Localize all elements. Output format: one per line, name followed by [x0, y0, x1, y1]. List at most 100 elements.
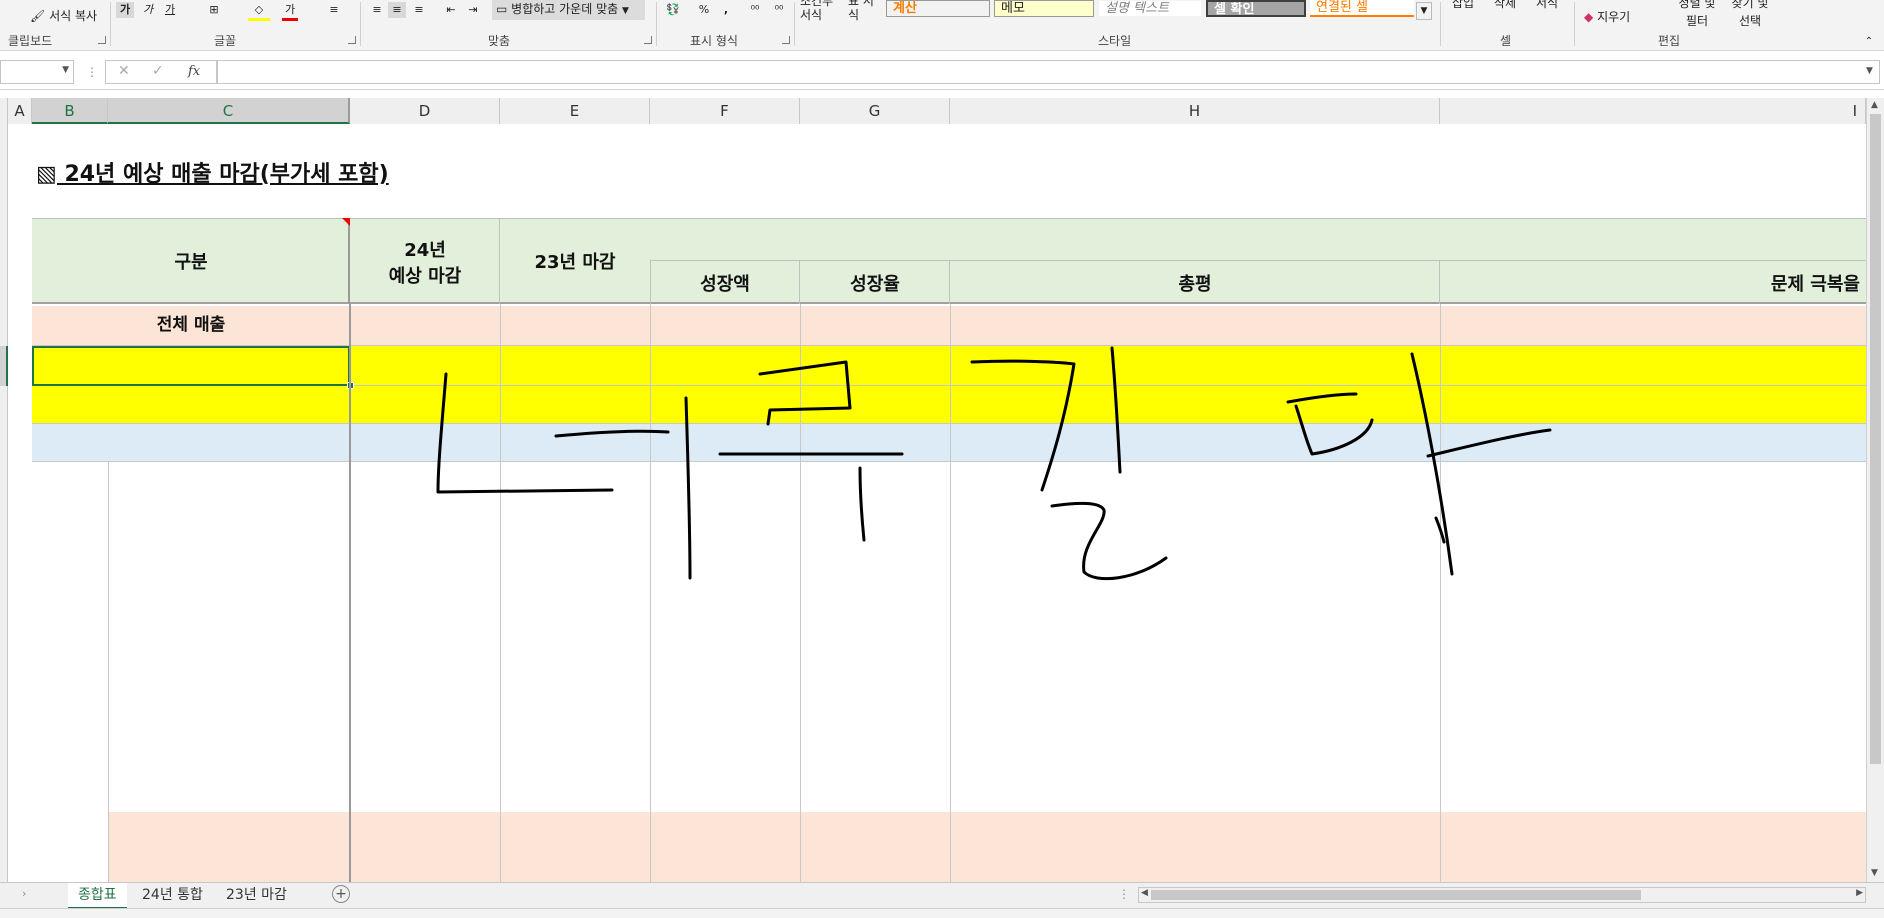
border-icon[interactable]: ⊞	[206, 2, 222, 18]
name-box[interactable]: ▼	[0, 60, 74, 84]
ink-stroke	[554, 429, 670, 438]
ink-stroke	[1110, 346, 1122, 474]
formula-input[interactable]	[217, 60, 1880, 84]
insert-cells-button[interactable]: 삽입	[1452, 0, 1474, 11]
more-options-icon[interactable]: ⋮	[86, 65, 98, 79]
column-headers: A B C D E F G H I	[0, 98, 1884, 125]
cancel-icon[interactable]: ✕	[118, 63, 130, 79]
bold-button[interactable]: 가	[116, 2, 134, 18]
ink-stroke	[970, 359, 1076, 492]
merge-center-button[interactable]: ▭ 병합하고 가운데 맞춤 ▼	[492, 0, 645, 20]
comma-button[interactable]: ,	[720, 2, 732, 18]
fill-color-icon[interactable]: ◇	[248, 2, 270, 21]
number-launcher-icon[interactable]	[782, 36, 790, 44]
phonetic-icon[interactable]: ≡	[326, 2, 342, 18]
accounting-icon[interactable]: 💱	[662, 2, 684, 18]
editing-group-label: 편집	[1658, 34, 1681, 48]
style-note[interactable]: 메모	[994, 0, 1094, 17]
tab-24-combined[interactable]: 24년 통합	[132, 883, 213, 907]
column-header-g[interactable]: G	[800, 98, 950, 124]
column-header-b[interactable]: B	[32, 98, 108, 124]
align-center-icon[interactable]: ≡	[388, 2, 406, 18]
ink-stroke	[1050, 501, 1168, 581]
font-color-icon[interactable]: 가	[282, 2, 298, 21]
align-left-icon[interactable]: ≡	[368, 2, 386, 18]
tab-scroll-right-icon[interactable]: ›	[22, 887, 26, 900]
ink-stroke	[1410, 352, 1454, 576]
expand-formula-icon[interactable]: ▼	[1866, 66, 1873, 76]
alignment-group-label: 맞춤	[488, 34, 511, 48]
decrease-decimal-icon[interactable]: ⁰⁰	[770, 2, 788, 18]
ink-stroke	[858, 466, 866, 542]
decrease-indent-icon[interactable]: ⇤	[442, 2, 460, 18]
vertical-scroll-thumb[interactable]	[1870, 114, 1881, 764]
sort-filter-button[interactable]: 정렬 및 필터	[1674, 0, 1720, 30]
cells-group-label: 셀	[1500, 34, 1512, 48]
clipboard-launcher-icon[interactable]	[98, 36, 106, 44]
style-linked-cell[interactable]: 연결된 셀	[1310, 0, 1414, 17]
group-separator	[110, 2, 111, 46]
ink-stroke	[758, 360, 852, 426]
column-header-f[interactable]: F	[650, 98, 800, 124]
find-select-button[interactable]: 찾기 및 선택	[1726, 0, 1774, 30]
horizontal-scroll-thumb[interactable]	[1151, 890, 1641, 900]
insert-function-button[interactable]: fx	[188, 64, 200, 79]
style-calculation[interactable]: 계산	[886, 0, 990, 17]
tab-summary[interactable]: 종합표	[68, 883, 127, 909]
underline-button[interactable]: 가	[162, 2, 178, 18]
column-header-e[interactable]: E	[500, 98, 650, 124]
scroll-up-icon[interactable]: ▲	[1871, 100, 1878, 110]
more-options-icon[interactable]: ⋮	[1118, 887, 1130, 901]
style-check-cell[interactable]: 셀 확인	[1206, 0, 1306, 17]
group-separator	[360, 2, 361, 46]
worksheet-grid[interactable]: ▧ 24년 예상 매출 마감(부가세 포함) 구분 24년 예상 마감 23년 …	[0, 124, 1866, 882]
group-separator	[1574, 2, 1575, 46]
format-painter-button[interactable]: 🖌 서식 복사	[30, 7, 97, 24]
column-header-i[interactable]: I	[1440, 98, 1866, 124]
format-cells-button[interactable]: 서식	[1536, 0, 1558, 11]
collapse-ribbon-icon[interactable]: ⌃	[1862, 34, 1876, 50]
column-header-h[interactable]: H	[950, 98, 1440, 124]
eraser-icon: ◆	[1584, 10, 1594, 24]
ink-stroke	[1434, 516, 1446, 544]
alignment-launcher-icon[interactable]	[644, 36, 652, 44]
font-launcher-icon[interactable]	[348, 36, 356, 44]
vertical-scrollbar[interactable]: ▲ ▼	[1866, 98, 1884, 882]
ribbon: 🖌 서식 복사 클립보드 가 가 가 ⊞ ◇ 가 ≡ 글꼴 ≡ ≡ ≡ ⇤ ⇥ …	[0, 0, 1884, 51]
scroll-right-icon[interactable]: ▶	[1856, 888, 1863, 898]
confirm-icon[interactable]: ✓	[152, 63, 164, 79]
column-header-d[interactable]: D	[350, 98, 500, 124]
formula-bar: ▼ ⋮ ✕ ✓ fx ▼	[0, 56, 1884, 90]
delete-cells-button[interactable]: 삭제	[1494, 0, 1516, 11]
increase-decimal-icon[interactable]: ⁰⁰	[746, 2, 764, 18]
ink-annotation	[436, 346, 1552, 581]
font-group-label: 글꼴	[214, 34, 237, 48]
scroll-left-icon[interactable]: ◀	[1141, 888, 1148, 898]
ink-stroke	[684, 396, 692, 580]
tab-23-close[interactable]: 23년 마감	[216, 883, 297, 907]
increase-indent-icon[interactable]: ⇥	[464, 2, 482, 18]
percent-button[interactable]: %	[696, 2, 712, 18]
align-right-icon[interactable]: ≡	[410, 2, 428, 18]
select-all-corner[interactable]	[0, 98, 8, 124]
style-explanatory[interactable]: 설명 텍스트	[1098, 0, 1202, 17]
clear-button[interactable]: ◆ 지우기	[1584, 8, 1630, 25]
italic-button[interactable]: 가	[140, 2, 156, 18]
scroll-down-icon[interactable]: ▼	[1871, 868, 1878, 878]
clipboard-group-label: 클립보드	[8, 34, 53, 48]
formula-buttons: ✕ ✓ fx	[105, 60, 217, 84]
ink-stroke	[1286, 392, 1358, 404]
conditional-format-button[interactable]: 조건부 서식	[800, 0, 842, 22]
group-separator	[794, 2, 795, 46]
column-header-a[interactable]: A	[8, 98, 32, 124]
styles-more-icon[interactable]: ▼	[1416, 2, 1432, 20]
chevron-down-icon: ▼	[62, 65, 69, 75]
format-as-table-button[interactable]: 표 서식	[848, 0, 878, 22]
add-sheet-icon[interactable]: +	[332, 885, 350, 903]
column-header-c[interactable]: C	[108, 98, 350, 124]
group-separator	[656, 2, 657, 46]
ink-stroke	[1294, 404, 1374, 456]
paintbrush-icon: 🖌	[30, 9, 46, 23]
number-group-label: 표시 형식	[690, 34, 738, 48]
horizontal-scrollbar[interactable]: ◀ ▶	[1138, 887, 1866, 903]
